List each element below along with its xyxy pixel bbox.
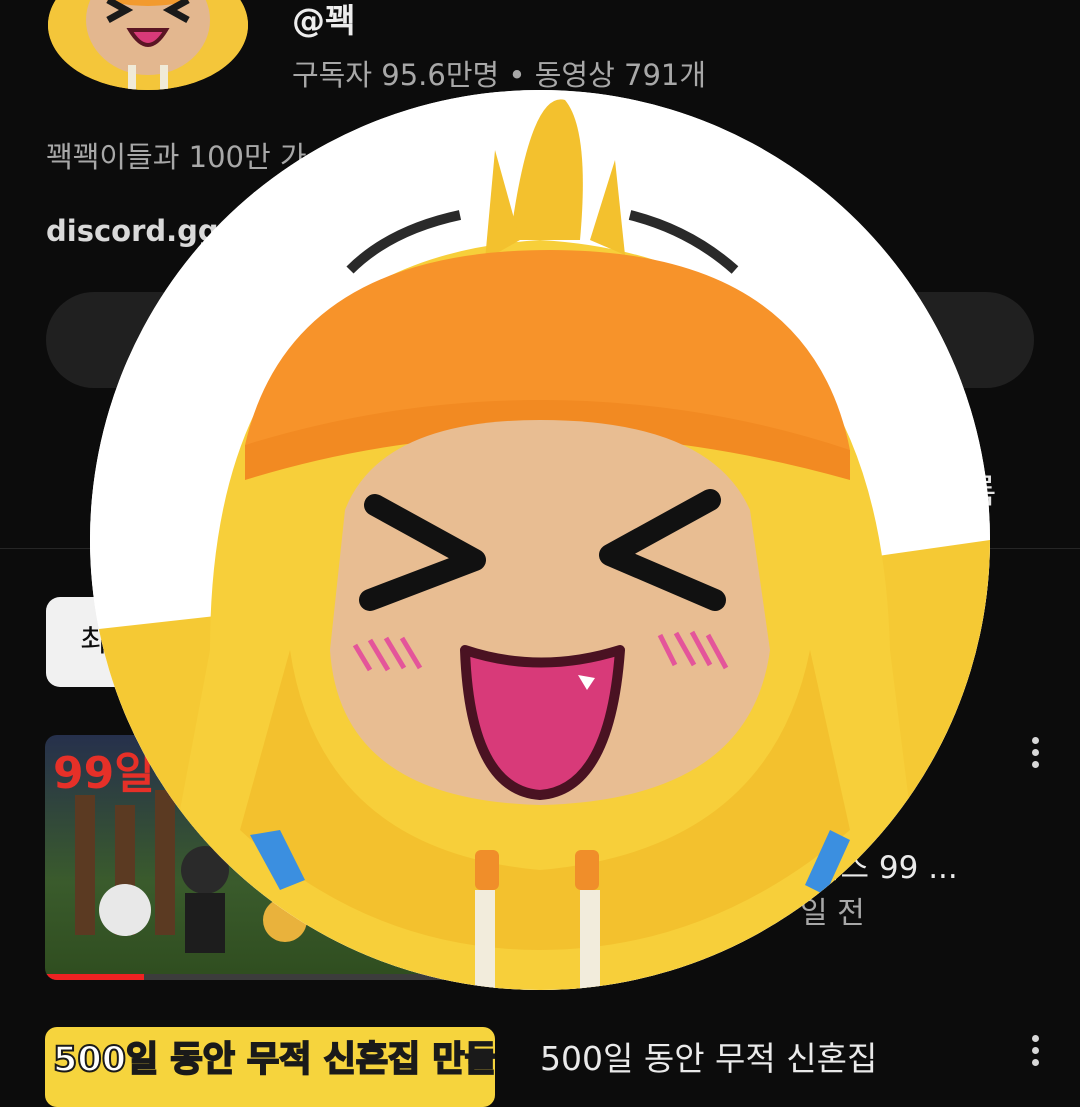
thumbnail-text: 500일 동안 무적 신혼집 만들기 [52, 1039, 495, 1081]
duck-avatar-icon [48, 0, 248, 90]
more-vert-icon[interactable] [1020, 732, 1050, 782]
duck-hood-avatar-icon [90, 90, 990, 990]
video-title[interactable]: 500일 동안 무적 신혼집 [540, 1032, 877, 1080]
channel-avatar-enlarged [90, 90, 990, 990]
channel-avatar-small[interactable] [48, 0, 248, 90]
channel-stats: 구독자 95.6만명 • 동영상 791개 [292, 58, 707, 92]
channel-handle: @꽥 [292, 1, 356, 40]
video-thumbnail[interactable]: 500일 동안 무적 신혼집 만들기 [45, 1027, 495, 1107]
channel-description[interactable]: 꽥꽥이들과 100만 가 [46, 134, 307, 176]
more-vert-icon[interactable] [1020, 1030, 1050, 1080]
